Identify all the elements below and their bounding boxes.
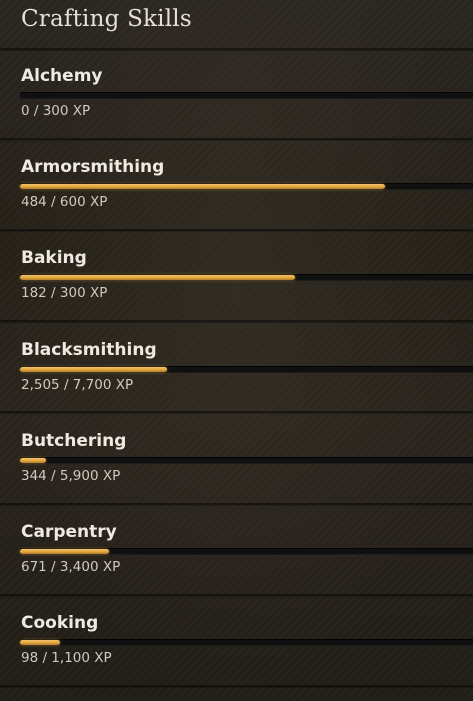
skill-row-cooking[interactable]: Cooking 98 / 1,100 XP xyxy=(0,613,473,673)
skill-xp-text: 0 / 300 XP xyxy=(21,103,91,119)
xp-progress-fill xyxy=(20,184,386,189)
xp-progress-fill xyxy=(20,367,168,372)
xp-progress-bar xyxy=(20,274,473,281)
skill-name: Carpentry xyxy=(21,522,117,542)
row-divider xyxy=(0,685,473,688)
skill-name: Armorsmithing xyxy=(21,157,165,177)
skill-name: Butchering xyxy=(21,431,127,451)
skill-row-butchering[interactable]: Butchering 344 / 5,900 XP xyxy=(0,431,473,491)
skill-name: Baking xyxy=(21,248,87,268)
xp-progress-bar xyxy=(20,457,473,464)
xp-progress-bar xyxy=(20,92,473,99)
row-divider xyxy=(0,503,473,506)
skill-row-baking[interactable]: Baking 182 / 300 XP xyxy=(0,248,473,308)
row-divider xyxy=(0,138,473,141)
skill-name: Alchemy xyxy=(21,66,103,86)
xp-progress-fill xyxy=(20,640,61,645)
skill-row-carpentry[interactable]: Carpentry 671 / 3,400 XP xyxy=(0,522,473,582)
xp-progress-fill xyxy=(20,275,295,280)
xp-progress-bar xyxy=(20,366,473,373)
panel-title: Crafting Skills xyxy=(21,6,192,32)
row-divider xyxy=(0,411,473,414)
xp-progress-bar xyxy=(20,639,473,646)
xp-progress-bar xyxy=(20,548,473,555)
skill-name: Cooking xyxy=(21,613,99,633)
skill-xp-text: 98 / 1,100 XP xyxy=(21,650,112,666)
skill-row-armorsmithing[interactable]: Armorsmithing 484 / 600 XP xyxy=(0,157,473,217)
skill-xp-text: 182 / 300 XP xyxy=(21,285,108,301)
crafting-skills-panel: Crafting Skills Alchemy 0 / 300 XP Armor… xyxy=(0,0,473,701)
skill-xp-text: 484 / 600 XP xyxy=(21,194,108,210)
skill-row-blacksmithing[interactable]: Blacksmithing 2,505 / 7,700 XP xyxy=(0,340,473,400)
xp-progress-bar xyxy=(20,183,473,190)
skill-xp-text: 671 / 3,400 XP xyxy=(21,559,121,575)
skill-row-alchemy[interactable]: Alchemy 0 / 300 XP xyxy=(0,66,473,126)
row-divider xyxy=(0,320,473,323)
skill-xp-text: 344 / 5,900 XP xyxy=(21,468,121,484)
xp-progress-fill xyxy=(20,458,47,463)
xp-progress-fill xyxy=(20,549,110,554)
skill-xp-text: 2,505 / 7,700 XP xyxy=(21,377,134,393)
row-divider xyxy=(0,594,473,597)
row-divider xyxy=(0,229,473,232)
skill-name: Blacksmithing xyxy=(21,340,157,360)
title-divider xyxy=(0,48,473,51)
